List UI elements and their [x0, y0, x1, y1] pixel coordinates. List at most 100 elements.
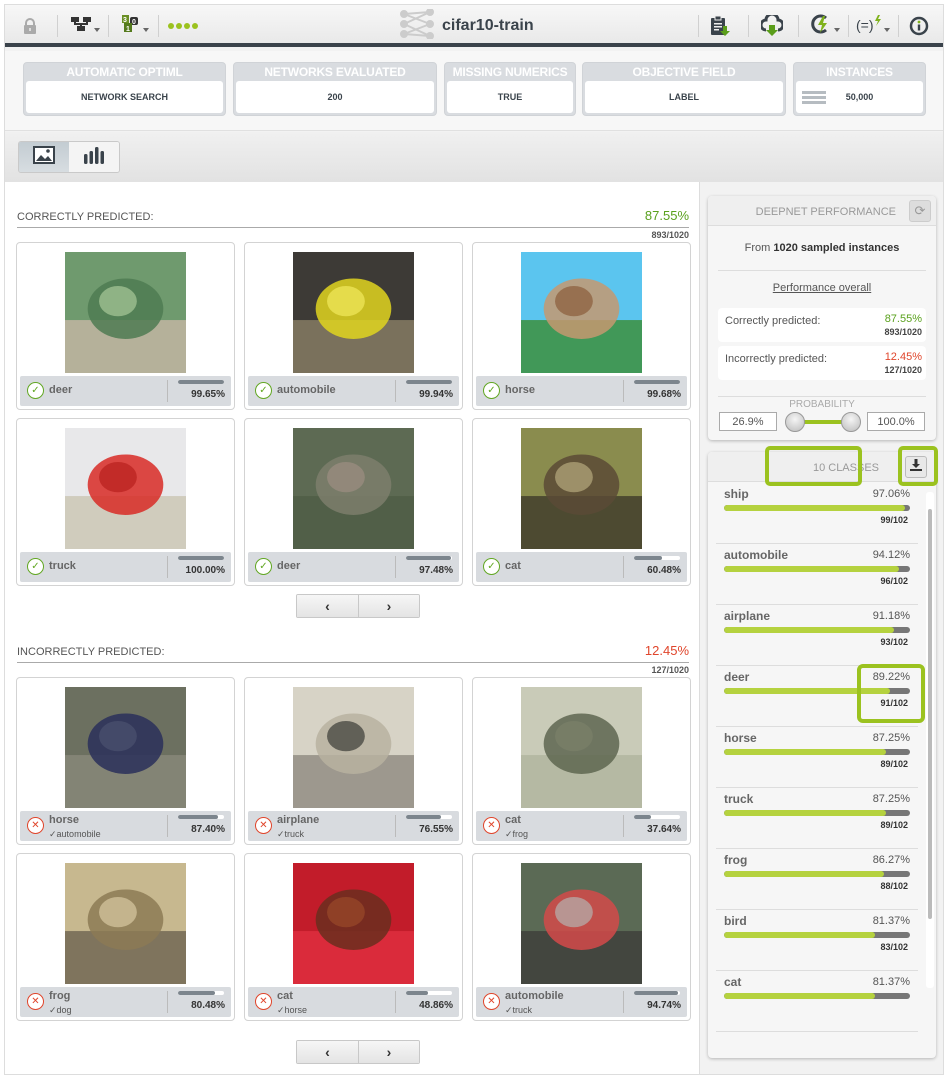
batch-prediction-button[interactable] — [805, 5, 845, 47]
download-button[interactable] — [905, 456, 927, 478]
confidence-bar — [406, 556, 452, 560]
check-circle-icon: ✓ — [483, 382, 500, 399]
prediction-card[interactable]: ✓ automobile 99.94% — [244, 242, 463, 410]
check-circle-icon: ✓ — [255, 558, 272, 575]
download-icon — [910, 458, 922, 476]
sample-image — [293, 687, 414, 808]
sample-image — [521, 687, 642, 808]
confidence-bar — [178, 815, 224, 819]
prediction-card[interactable]: ✕ horse ✓automobile 87.40% — [16, 677, 235, 845]
confidence-bar — [634, 815, 680, 819]
class-item[interactable]: cat 81.37% — [716, 971, 918, 1032]
prediction-card[interactable]: ✓ cat 60.48% — [472, 418, 691, 586]
prediction-card[interactable]: ✕ cat ✓horse 48.86% — [244, 853, 463, 1021]
predicted-class: frog — [49, 990, 71, 1002]
prediction-card[interactable]: ✕ cat ✓frog 37.64% — [472, 677, 691, 845]
correct-section-count: 893/1020 — [651, 230, 689, 240]
class-item[interactable]: bird 81.37% 83/102 — [716, 910, 918, 971]
prediction-card[interactable]: ✓ truck 100.00% — [16, 418, 235, 586]
confidence-value: 80.48% — [191, 1000, 225, 1011]
sample-image — [521, 863, 642, 984]
prev-page-button[interactable]: ‹ — [297, 1041, 358, 1063]
performance-header: DEEPNET PERFORMANCE ⟳ — [708, 196, 936, 226]
chevron-down-icon — [94, 28, 100, 32]
class-item[interactable]: horse 87.25% 89/102 — [716, 727, 918, 788]
correct-section-title: CORRECTLY PREDICTED: — [17, 211, 154, 223]
class-item[interactable]: truck 87.25% 89/102 — [716, 788, 918, 849]
info-icon[interactable] — [905, 5, 933, 47]
sample-image — [65, 252, 186, 373]
model-tree-button[interactable] — [65, 5, 105, 47]
probability-min-handle[interactable] — [785, 412, 805, 432]
confidence-value: 99.65% — [191, 389, 225, 400]
predicted-class: horse — [49, 814, 79, 826]
incorrect-grid: ✕ horse ✓automobile 87.40% ✕ airplane ✓t… — [16, 677, 691, 1021]
sample-image — [65, 863, 186, 984]
cloud-download-icon[interactable] — [755, 5, 789, 47]
class-name: bird — [724, 914, 747, 928]
images-view-button[interactable] — [19, 142, 69, 172]
confidence-fill — [406, 556, 451, 560]
performance-overall-link[interactable]: Performance overall — [708, 282, 936, 294]
probability-min-input[interactable]: 26.9% — [719, 412, 777, 431]
prediction-card[interactable]: ✓ deer 97.48% — [244, 418, 463, 586]
class-item[interactable]: automobile 94.12% 96/102 — [716, 544, 918, 605]
prediction-card[interactable]: ✓ deer 99.65% — [16, 242, 235, 410]
class-bar — [724, 566, 910, 572]
clipboard-download-icon[interactable] — [705, 5, 735, 47]
counter-button[interactable]: 301 — [115, 5, 155, 47]
summary-value: LABEL — [585, 81, 783, 113]
view-toggle-bar — [5, 132, 943, 182]
summary-label: AUTOMATIC OPTIML — [66, 65, 183, 79]
class-bar-fill — [724, 505, 905, 511]
class-bar — [724, 627, 910, 633]
correctly-predicted-stat: Correctly predicted: 87.55% 893/1020 — [718, 308, 926, 342]
class-item[interactable]: ship 97.06% 99/102 — [716, 483, 918, 544]
summary-value: NETWORK SEARCH — [26, 81, 223, 113]
probability-max-input[interactable]: 100.0% — [867, 412, 925, 431]
class-pct: 91.18% — [872, 610, 910, 622]
view-toggle-group — [18, 141, 120, 173]
class-bar — [724, 932, 910, 938]
right-sidebar: DEEPNET PERFORMANCE ⟳ From 1020 sampled … — [699, 182, 943, 1074]
refresh-button[interactable]: ⟳ — [909, 200, 931, 222]
confidence-value: 76.55% — [419, 824, 453, 835]
classes-scrollbar[interactable] — [928, 509, 932, 919]
next-page-button[interactable]: › — [358, 1041, 419, 1063]
class-bar-fill — [724, 810, 887, 816]
probability-max-handle[interactable] — [841, 412, 861, 432]
card-footer: ✕ cat ✓horse 48.86% — [248, 987, 459, 1017]
class-item[interactable]: deer 89.22% 91/102 — [716, 664, 925, 727]
svg-text:0: 0 — [132, 19, 136, 26]
lock-icon[interactable] — [17, 5, 43, 47]
card-footer: ✓ truck 100.00% — [20, 552, 231, 582]
confidence-fill — [406, 991, 429, 995]
x-circle-icon: ✕ — [255, 817, 272, 834]
class-pct: 87.25% — [872, 732, 910, 744]
performance-title: DEEPNET PERFORMANCE — [755, 206, 896, 218]
class-name: truck — [724, 792, 754, 806]
class-item[interactable]: frog 86.27% 88/102 — [716, 849, 918, 910]
class-item[interactable]: airplane 91.18% 93/102 — [716, 605, 918, 666]
chevron-down-icon — [143, 28, 149, 32]
deepnet-performance-panel: DEEPNET PERFORMANCE ⟳ From 1020 sampled … — [708, 196, 936, 440]
next-page-button[interactable]: › — [358, 595, 419, 617]
confidence-bar — [634, 556, 680, 560]
checkmark-icon: ✓ — [277, 1005, 285, 1015]
class-count: 99/102 — [880, 515, 908, 525]
prediction-card[interactable]: ✕ frog ✓dog 80.48% — [16, 853, 235, 1021]
confidence-bar — [406, 991, 452, 995]
app-frame: 301 cifar10-train (=) AUTOMATIC OPTIML N… — [4, 4, 944, 1075]
class-bar-fill — [724, 932, 876, 938]
prediction-card[interactable]: ✓ horse 99.68% — [472, 242, 691, 410]
prev-page-button[interactable]: ‹ — [297, 595, 358, 617]
actual-class: ✓truck — [505, 1005, 533, 1015]
prediction-card[interactable]: ✕ airplane ✓truck 76.55% — [244, 677, 463, 845]
confidence-bar — [178, 991, 224, 995]
confidence-fill — [178, 815, 219, 819]
formula-prediction-button[interactable]: (=) — [853, 5, 893, 47]
predicted-class: automobile — [277, 384, 336, 396]
prediction-card[interactable]: ✕ automobile ✓truck 94.74% — [472, 853, 691, 1021]
class-name: automobile — [724, 548, 789, 562]
chart-view-button[interactable] — [69, 142, 119, 172]
